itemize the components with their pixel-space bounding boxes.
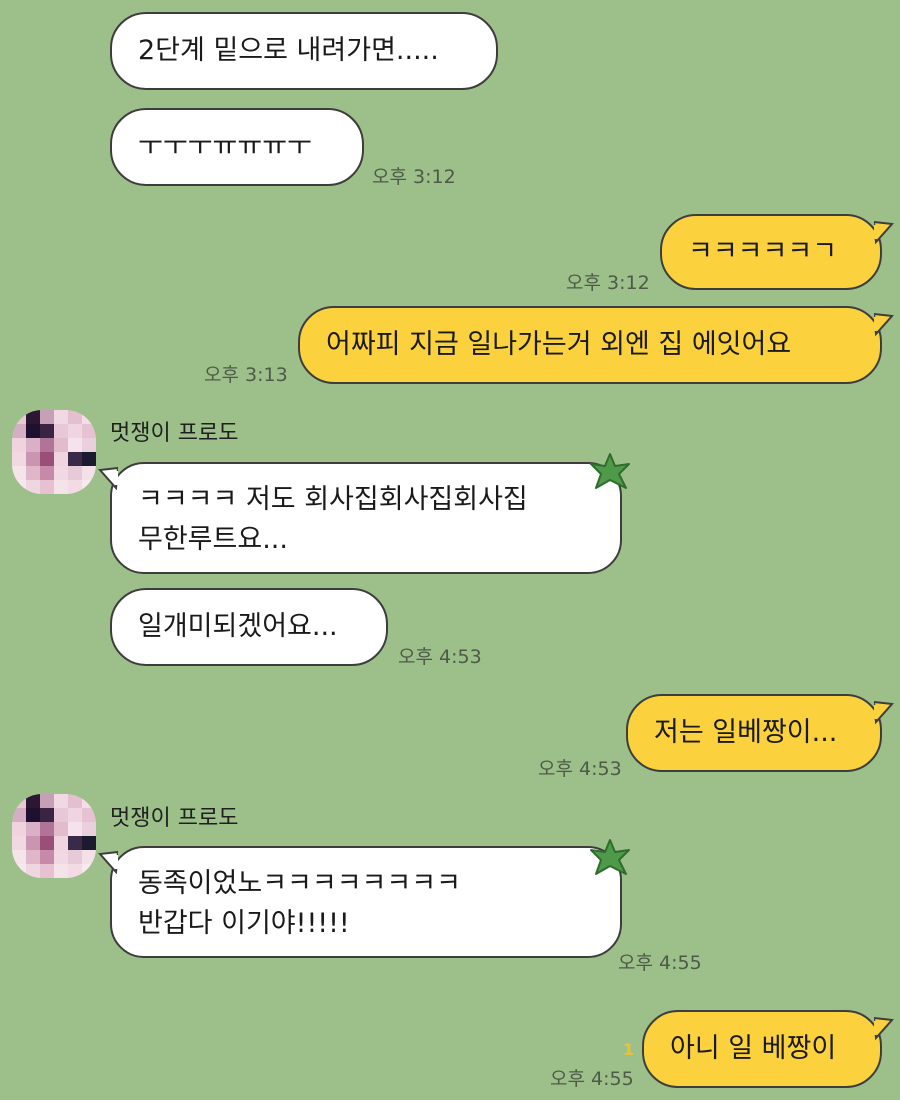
message-text: ㅜㅜㅜㅠㅠㅠㅜ [138,131,312,162]
message-text: 저는 일베짱이... [654,717,838,748]
bubble-tail-icon [98,466,118,490]
message-text: 일개미되겠어요... [138,611,338,642]
incoming-message[interactable]: 일개미되겠어요... [110,588,388,666]
message-text-line: 무한루트요... [138,524,288,555]
outgoing-message[interactable]: ㅋㅋㅋㅋㅋㄱ [660,214,882,290]
message-timestamp: 오후 3:12 [566,272,650,294]
bubble-tail-icon [874,220,894,244]
message-text: 어짜피 지금 일나가는거 외엔 집 에잇어요 [326,329,792,360]
outgoing-message[interactable]: 저는 일베짱이... [626,694,882,772]
bubble-tail-icon [874,312,894,336]
message-timestamp: 오후 4:55 [618,952,702,974]
incoming-message[interactable]: ㅜㅜㅜㅠㅠㅠㅜ [110,108,364,186]
message-timestamp: 오후 4:53 [538,758,622,780]
outgoing-message[interactable]: 어짜피 지금 일나가는거 외엔 집 에잇어요 [298,306,882,384]
message-text: 2단계 밑으로 내려가면..... [138,35,439,66]
message-text-line: ㅋㅋㅋㅋ 저도 회사집회사집회사집 [138,484,528,515]
message-text-line: 반갑다 이기야!!!!! [138,908,350,939]
star-sticker-icon [590,453,630,489]
message-text: 아니 일 베짱이 [670,1033,837,1064]
message-timestamp: 오후 3:13 [204,364,288,386]
chat-area[interactable]: 2단계 밑으로 내려가면..... ㅜㅜㅜㅠㅠㅠㅜ 오후 3:12 ㅋㅋㅋㅋㅋㄱ… [0,0,900,1100]
message-timestamp: 오후 4:55 [550,1068,634,1090]
message-text: ㅋㅋㅋㅋㅋㄱ [688,236,838,267]
outgoing-message[interactable]: 아니 일 베짱이 [642,1010,882,1088]
avatar[interactable] [12,794,96,878]
sender-name: 멋쟁이 프로도 [110,421,239,446]
incoming-message[interactable]: 동족이었노ㅋㅋㅋㅋㅋㅋㅋㅋ 반갑다 이기야!!!!! [110,846,622,958]
incoming-message[interactable]: 2단계 밑으로 내려가면..... [110,12,498,90]
message-timestamp: 오후 4:53 [398,646,482,668]
bubble-tail-icon [874,1016,894,1040]
sender-name: 멋쟁이 프로도 [110,806,239,831]
unread-count: 1 [623,1040,635,1059]
star-sticker-icon [590,839,630,875]
avatar[interactable] [12,410,96,494]
message-timestamp: 오후 3:12 [372,166,456,188]
bubble-tail-icon [98,850,118,874]
message-text-line: 동족이었노ㅋㅋㅋㅋㅋㅋㅋㅋ [138,868,461,899]
bubble-tail-icon [874,700,894,724]
incoming-message[interactable]: ㅋㅋㅋㅋ 저도 회사집회사집회사집 무한루트요... [110,462,622,574]
